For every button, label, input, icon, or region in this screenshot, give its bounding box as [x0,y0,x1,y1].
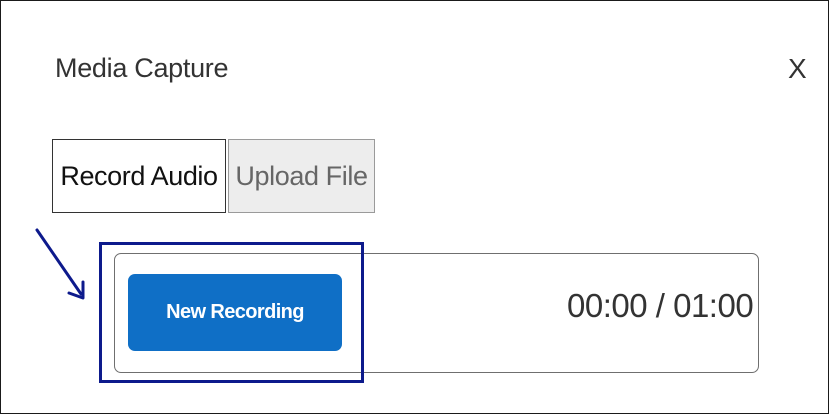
dialog-title: Media Capture [55,53,229,83]
close-icon[interactable]: X [788,55,807,83]
new-recording-button[interactable]: New Recording [128,274,342,351]
tab-record-audio[interactable]: Record Audio [52,139,226,213]
recording-timer: 00:00 / 01:00 [567,287,754,324]
media-capture-dialog: Media Capture X Record Audio Upload File… [0,0,829,414]
tab-upload-file[interactable]: Upload File [228,139,375,213]
